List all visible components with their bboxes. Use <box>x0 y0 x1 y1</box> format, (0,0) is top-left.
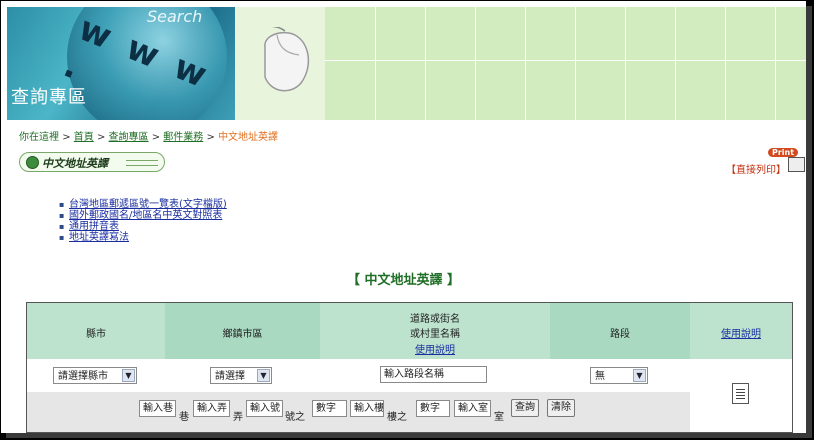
window-shadow-right <box>806 6 812 436</box>
county-select[interactable]: 請選擇縣市 ▼ <box>53 367 137 384</box>
print-label: 【直接列印】 <box>726 165 786 176</box>
section-select[interactable]: 無 ▼ <box>590 367 648 384</box>
breadcrumb-postal-service[interactable]: 郵件業務 <box>163 132 203 143</box>
banner: w w w . Search 查詢專區 <box>7 7 806 120</box>
alley-unit: 弄 <box>233 412 243 423</box>
header-section: 路段 <box>550 303 690 359</box>
room-input[interactable]: 輸入室 <box>454 400 491 417</box>
header-town-label: 鄉鎮市區 <box>222 329 263 340</box>
print-button[interactable]: Print 【直接列印】 <box>726 148 806 176</box>
county-select-value: 請選擇縣市 <box>58 371 108 382</box>
road-name-input[interactable]: 輸入路段名稱 <box>380 366 487 383</box>
header-county: 縣市 <box>27 303 165 359</box>
number-input[interactable]: 輸入號 <box>246 400 283 417</box>
link-pinyin-table[interactable]: 通用拼音表 <box>69 221 119 232</box>
room-unit: 室 <box>494 412 504 423</box>
header-town: 鄉鎮市區 <box>165 303 320 359</box>
number-unit: 號之 <box>285 412 305 423</box>
breadcrumb-separator: > <box>151 132 161 143</box>
alley-input[interactable]: 輸入弄 <box>193 400 230 417</box>
floor-input[interactable]: 輸入樓 <box>350 400 384 417</box>
link-address-format[interactable]: 地址英譯寫法 <box>69 232 129 243</box>
banner-search-word: Search <box>147 7 203 26</box>
breadcrumb-separator: > <box>62 132 71 143</box>
link-country-names[interactable]: 國外郵政國名/地區名中英文對照表 <box>69 210 222 221</box>
computer-mouse-icon <box>264 27 310 92</box>
chevron-down-icon: ▼ <box>257 369 270 382</box>
breadcrumb-home[interactable]: 首頁 <box>74 132 94 143</box>
printer-icon <box>788 157 805 172</box>
print-badge: Print <box>768 148 799 157</box>
chevron-down-icon: ▼ <box>633 369 646 382</box>
banner-title: 查詢專區 <box>11 87 87 108</box>
list-item: 通用拼音表 <box>59 221 227 232</box>
breadcrumb-separator: > <box>96 132 106 143</box>
related-links: 台灣地區郵遞區號一覽表(文字檔版) 國外郵政國名/地區名中英文對照表 通用拼音表… <box>59 199 227 243</box>
header-road: 道路或街名 或村里名稱 使用說明 <box>320 303 550 359</box>
document-icon[interactable] <box>732 383 749 404</box>
section-select-value: 無 <box>595 371 605 382</box>
road-help-link[interactable]: 使用說明 <box>320 341 550 356</box>
window-shadow-bottom <box>6 433 812 438</box>
header-section-label: 路段 <box>610 329 630 340</box>
breadcrumb-you-are-here: 你在這裡 <box>19 132 59 143</box>
list-item: 台灣地區郵遞區號一覽表(文字檔版) <box>59 199 227 210</box>
query-button[interactable]: 查詢 <box>511 399 539 417</box>
chevron-down-icon: ▼ <box>122 369 135 382</box>
address-translation-form: 縣市 鄉鎮市區 道路或街名 或村里名稱 使用說明 路段 使用說明 請選擇縣市 ▼… <box>26 302 793 433</box>
town-select[interactable]: 請選擇 ▼ <box>210 367 272 384</box>
lane-unit: 巷 <box>179 412 189 423</box>
breadcrumb-separator: > <box>206 132 215 143</box>
clear-button[interactable]: 清除 <box>547 399 575 417</box>
help-link[interactable]: 使用說明 <box>690 325 792 340</box>
section-header: 中文地址英譯 <box>19 152 165 172</box>
lane-input[interactable]: 輸入巷 <box>139 400 176 417</box>
floor-sub-input[interactable]: 數字 <box>416 400 450 417</box>
floor-unit: 樓之 <box>387 412 407 423</box>
decorative-lines <box>126 160 158 166</box>
header-road-line2: 或村里名稱 <box>410 329 460 340</box>
banner-grid <box>325 7 806 120</box>
number-sub-input[interactable]: 數字 <box>312 400 347 417</box>
town-select-value: 請選擇 <box>215 371 245 382</box>
breadcrumb-current: 中文地址英譯 <box>218 132 279 143</box>
link-zip-code-list[interactable]: 台灣地區郵遞區號一覽表(文字檔版) <box>69 199 227 210</box>
breadcrumb: 你在這裡 > 首頁 > 查詢專區 > 郵件業務 > 中文地址英譯 <box>19 128 278 143</box>
circle-icon <box>26 156 39 169</box>
page-frame: w w w . Search 查詢專區 你在這裡 > 首頁 > 查詢專區 > 郵… <box>1 1 806 433</box>
tool-title: 【 中文地址英譯 】 <box>346 273 461 288</box>
breadcrumb-query-zone[interactable]: 查詢專區 <box>109 132 149 143</box>
list-item: 地址英譯寫法 <box>59 232 227 243</box>
banner-photo: w w w . Search 查詢專區 <box>7 7 235 120</box>
header-road-line1: 道路或街名 <box>410 314 460 325</box>
header-county-label: 縣市 <box>86 329 106 340</box>
list-item: 國外郵政國名/地區名中英文對照表 <box>59 210 227 221</box>
header-help: 使用說明 <box>690 303 792 359</box>
section-title: 中文地址英譯 <box>42 157 108 170</box>
